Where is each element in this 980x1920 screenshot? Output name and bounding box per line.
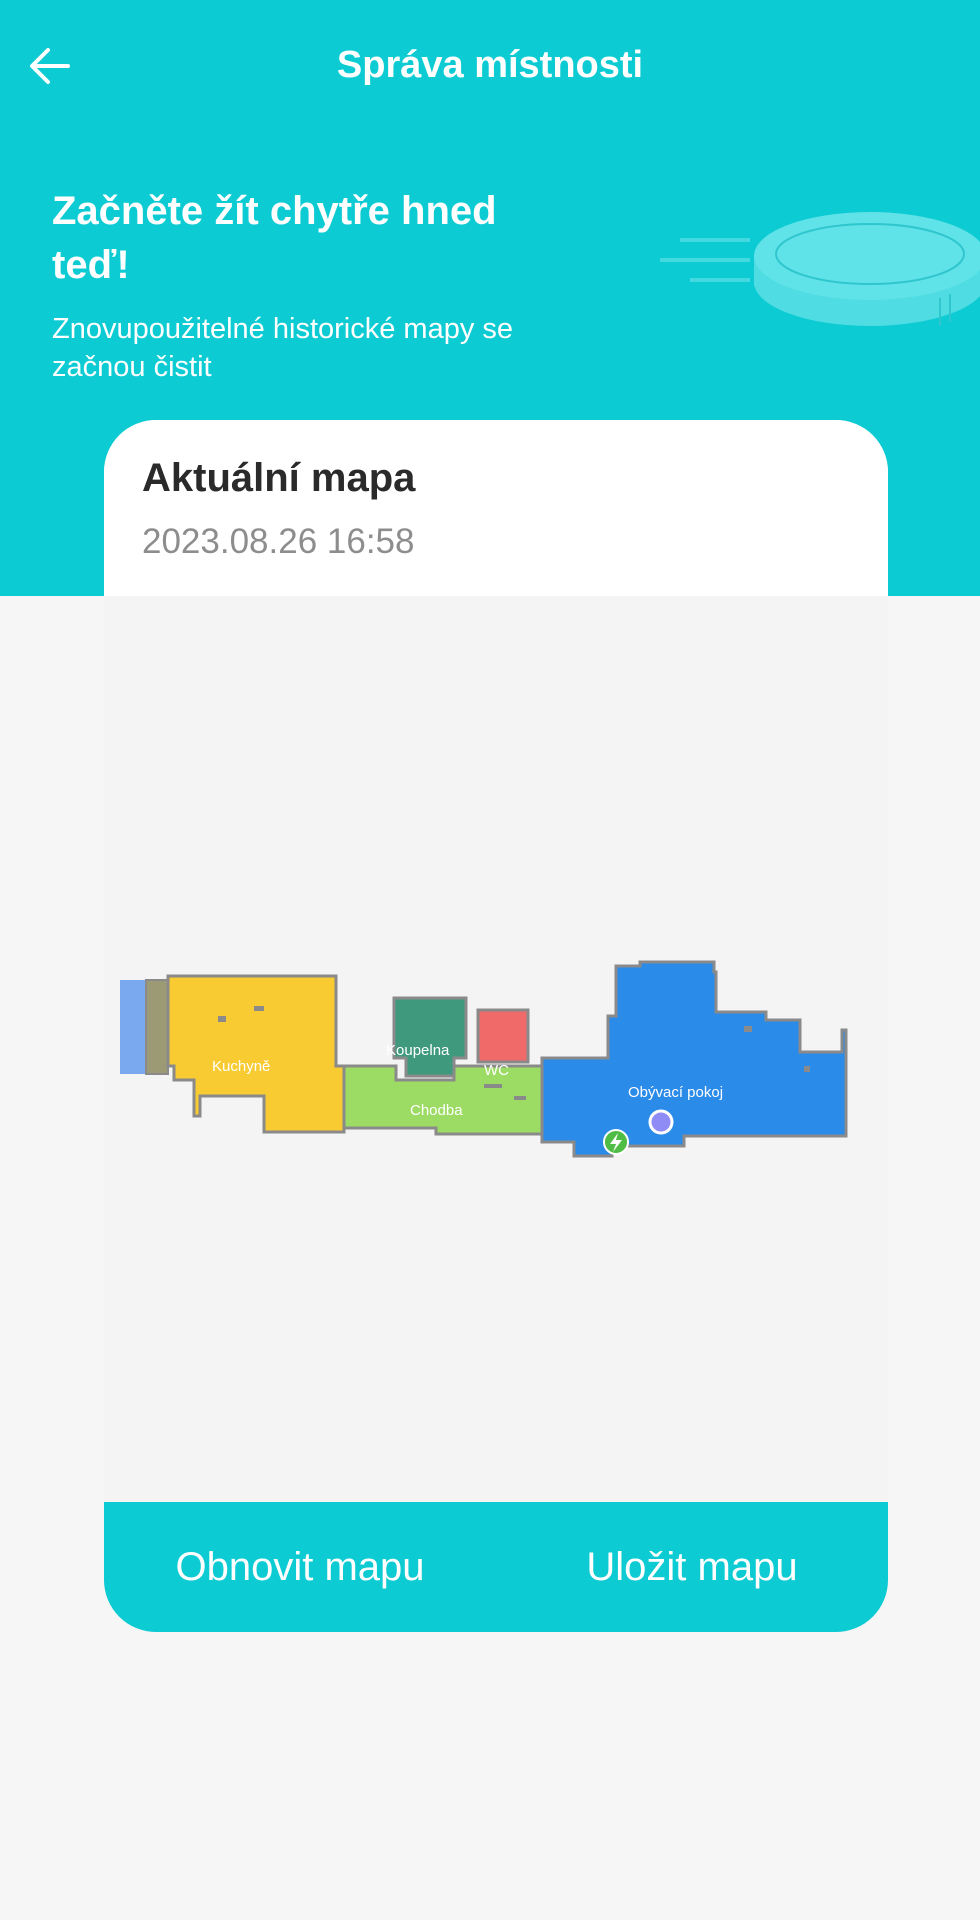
map-storage-area [145, 979, 169, 1075]
robot-vacuum-icon [660, 212, 980, 326]
floor-map [120, 960, 848, 1158]
room-label-bathroom: Koupelna [386, 1042, 450, 1059]
room-wc [476, 1008, 530, 1064]
card-title: Aktuální mapa [142, 456, 416, 500]
room-label-hallway: Chodba [410, 1102, 463, 1119]
map-date: 2023.08.26 16:58 [142, 522, 415, 561]
save-map-button[interactable]: Uložit mapu [496, 1502, 888, 1632]
map-balcony-area [120, 980, 146, 1074]
current-map-card: Aktuální mapa 2023.08.26 16:58 Kuchyně K… [104, 420, 888, 1632]
room-living-room [540, 960, 848, 1158]
promo-heading: Začněte žít chytře hned teď! [52, 189, 497, 287]
card-header: Aktuální mapa 2023.08.26 16:58 [104, 420, 888, 596]
room-kitchen [166, 974, 346, 1134]
room-label-living-room: Obývací pokoj [628, 1084, 724, 1101]
charging-dock-icon [603, 1129, 629, 1155]
app-header: Správa místnosti [0, 0, 980, 136]
room-bathroom [392, 996, 468, 1078]
room-label-kitchen: Kuchyně [212, 1058, 271, 1075]
room-label-wc: WC [484, 1062, 509, 1079]
card-actions: Obnovit mapu Uložit mapu [104, 1502, 888, 1632]
robot-position-icon [648, 1109, 674, 1135]
map-view[interactable]: Kuchyně Koupelna WC Chodba Obývací pokoj [104, 596, 888, 1500]
page-title: Správa místnosti [336, 44, 644, 86]
promo-subtitle: Znovupoužitelné historické mapy se začno… [52, 313, 514, 383]
refresh-map-button[interactable]: Obnovit mapu [104, 1502, 496, 1632]
